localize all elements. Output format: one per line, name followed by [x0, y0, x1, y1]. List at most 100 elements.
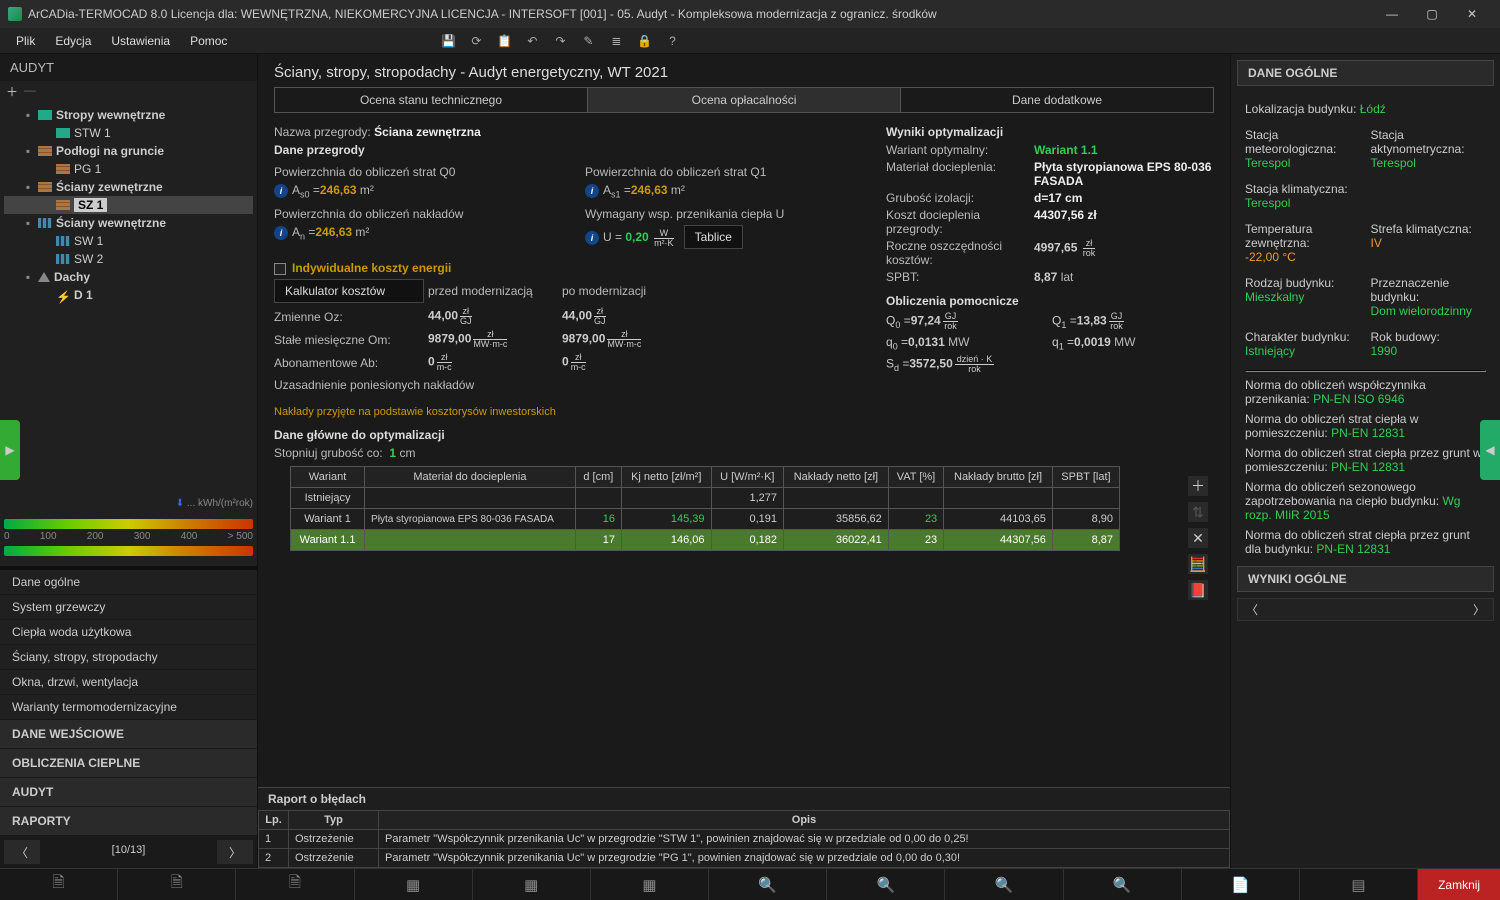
page-prev-button[interactable]: 〈	[4, 840, 40, 864]
footer-search3-icon[interactable]: 🔍	[945, 869, 1063, 900]
audit-panel-title: AUDYT	[0, 54, 257, 81]
footer-table3-icon[interactable]: ▦	[591, 869, 709, 900]
close-button[interactable]: Zamknij	[1418, 869, 1500, 900]
menu-help[interactable]: Pomoc	[182, 31, 235, 51]
side-system-grzewczy[interactable]: System grzewczy	[0, 595, 257, 620]
undo-icon[interactable]: ↶	[523, 32, 541, 50]
tree-add-button[interactable]: ＋	[6, 83, 18, 100]
optimal-variant: Wariant 1.1	[1034, 143, 1214, 157]
tree-podlogi[interactable]: ▪Podłogi na gruncie	[4, 142, 253, 160]
tree-d1[interactable]: ⚡D 1	[4, 286, 253, 304]
lock-icon[interactable]: 🔒	[635, 32, 653, 50]
delete-row-button[interactable]: ✕	[1188, 528, 1208, 548]
tablice-button[interactable]: Tablice	[684, 225, 743, 249]
footer-chart-icon[interactable]: ▤	[1300, 869, 1418, 900]
right-panel: DANE OGÓLNE Lokalizacja budynku: Łódź St…	[1230, 54, 1500, 868]
side-okna[interactable]: Okna, drzwi, wentylacja	[0, 670, 257, 695]
side-sciany[interactable]: Ściany, stropy, stropodachy	[0, 645, 257, 670]
page-next-button[interactable]: 〉	[217, 840, 253, 864]
u-value: 0,20	[625, 230, 648, 244]
justification-text[interactable]: Nakłady przyjęte na podstawie kosztorysó…	[258, 404, 1230, 420]
left-panel: AUDYT ＋ — ▪Stropy wewnętrzne STW 1 ▪Podł…	[0, 54, 258, 868]
footer-doc-icon[interactable]: 📄	[1182, 869, 1300, 900]
outside-temp: -22,00 °C	[1245, 250, 1361, 264]
thickness-step[interactable]: 1	[389, 446, 396, 460]
tree-sw1[interactable]: SW 1	[4, 232, 253, 250]
calculator-icon[interactable]: 🧮	[1188, 554, 1208, 574]
footer-table-icon[interactable]: ▦	[355, 869, 473, 900]
window-close-button[interactable]: ✕	[1452, 0, 1492, 28]
help-book-icon[interactable]: 📕	[1188, 580, 1208, 600]
help-icon[interactable]: ?	[663, 32, 681, 50]
tabs: Ocena stanu technicznego Ocena opłacalno…	[274, 87, 1214, 113]
tree-dachy[interactable]: ▪Dachy	[4, 268, 253, 286]
tab-ocena-stanu[interactable]: Ocena stanu technicznego	[275, 88, 588, 112]
info-icon[interactable]: i	[585, 184, 599, 198]
left-drawer-tab[interactable]: ▶	[0, 420, 20, 480]
section-list: Dane ogólne System grzewczy Ciepła woda …	[0, 570, 257, 836]
partition-name: Ściana zewnętrzna	[374, 125, 481, 139]
layers-icon[interactable]: ≣	[607, 32, 625, 50]
cost-calculator-button[interactable]: Kalkulator kosztów	[274, 279, 424, 303]
footer-report3-icon[interactable]: 🗎	[236, 869, 354, 900]
right-drawer-tab[interactable]: ◀	[1480, 420, 1500, 480]
tree-pg1[interactable]: PG 1	[4, 160, 253, 178]
side-raporty[interactable]: RAPORTY	[0, 807, 257, 836]
edit-icon[interactable]: ✎	[579, 32, 597, 50]
energy-scale-unit: ⬇ ... kWh/(m²rok)	[0, 498, 257, 509]
area-q0: 246,63	[320, 183, 357, 197]
table-row-selected[interactable]: Wariant 1.1 17146,06 0,18236022,41 23443…	[291, 530, 1120, 551]
footer-search4-icon[interactable]: 🔍	[1064, 869, 1182, 900]
right-header-general[interactable]: DANE OGÓLNE	[1237, 60, 1494, 86]
menu-settings[interactable]: Ustawienia	[103, 31, 178, 51]
side-audyt[interactable]: AUDYT	[0, 778, 257, 807]
tab-ocena-oplac[interactable]: Ocena opłacalności	[588, 88, 901, 112]
clipboard-icon[interactable]: 📋	[495, 32, 513, 50]
save-icon[interactable]: 💾	[439, 32, 457, 50]
side-warianty[interactable]: Warianty termomodernizacyjne	[0, 695, 257, 720]
error-row[interactable]: 2OstrzeżenieParametr "Współczynnik przen…	[259, 849, 1230, 868]
tree-sciany-wew[interactable]: ▪Ściany wewnętrzne	[4, 214, 253, 232]
right-header-results[interactable]: WYNIKI OGÓLNE	[1237, 566, 1494, 592]
tree-remove-button[interactable]: —	[24, 83, 36, 100]
footer-table2-icon[interactable]: ▦	[473, 869, 591, 900]
add-row-button[interactable]: ＋	[1188, 476, 1208, 496]
menu-file[interactable]: Plik	[8, 31, 43, 51]
tree-sciany-zew[interactable]: ▪Ściany zewnętrzne	[4, 178, 253, 196]
energy-scale: 0100200 300400> 500	[4, 519, 253, 556]
footer-report1-icon[interactable]: 🗎	[0, 869, 118, 900]
tree-stw1[interactable]: STW 1	[4, 124, 253, 142]
tree-sw2[interactable]: SW 2	[4, 250, 253, 268]
side-dane-ogolne[interactable]: Dane ogólne	[0, 570, 257, 595]
menu-bar: Plik Edycja Ustawienia Pomoc 💾 ⟳ 📋 ↶ ↷ ✎…	[0, 28, 1500, 54]
center-panel: Ściany, stropy, stropodachy - Audyt ener…	[258, 54, 1230, 868]
footer-report2-icon[interactable]: 🗎	[118, 869, 236, 900]
table-row[interactable]: Wariant 1Płyta styropianowa EPS 80-036 F…	[291, 509, 1120, 530]
area-nakl: 246,63	[315, 225, 352, 239]
right-scroll-hint[interactable]: 〈〉	[1237, 598, 1494, 621]
title-bar: ArCADia-TERMOCAD 8.0 Licencja dla: WEWNĘ…	[0, 0, 1500, 28]
indiv-costs-checkbox[interactable]	[274, 263, 286, 275]
tree-stropy-wewnetrzne[interactable]: ▪Stropy wewnętrzne	[4, 106, 253, 124]
info-icon[interactable]: i	[274, 226, 288, 240]
footer-search2-icon[interactable]: 🔍	[827, 869, 945, 900]
maximize-button[interactable]: ▢	[1412, 0, 1452, 28]
refresh-icon[interactable]: ⟳	[467, 32, 485, 50]
insulation-thickness: d=17 cm	[1034, 191, 1214, 205]
page-title: Ściany, stropy, stropodachy - Audyt ener…	[258, 54, 1230, 87]
side-obliczenia[interactable]: OBLICZENIA CIEPLNE	[0, 749, 257, 778]
side-dane-wejsciowe[interactable]: DANE WEJŚCIOWE	[0, 720, 257, 749]
info-icon[interactable]: i	[585, 231, 599, 245]
reorder-button[interactable]: ⇅	[1188, 502, 1208, 522]
redo-icon[interactable]: ↷	[551, 32, 569, 50]
error-row[interactable]: 1OstrzeżenieParametr "Współczynnik przen…	[259, 830, 1230, 849]
insulation-material: Płyta styropianowa EPS 80-036 FASADA	[1034, 160, 1214, 188]
minimize-button[interactable]: —	[1372, 0, 1412, 28]
tab-dane-dodatkowe[interactable]: Dane dodatkowe	[901, 88, 1213, 112]
tree-sz1[interactable]: SZ 1	[4, 196, 253, 214]
footer-search1-icon[interactable]: 🔍	[709, 869, 827, 900]
side-cwu[interactable]: Ciepła woda użytkowa	[0, 620, 257, 645]
table-row[interactable]: Istniejący 1,277	[291, 488, 1120, 509]
info-icon[interactable]: i	[274, 184, 288, 198]
menu-edit[interactable]: Edycja	[47, 31, 99, 51]
